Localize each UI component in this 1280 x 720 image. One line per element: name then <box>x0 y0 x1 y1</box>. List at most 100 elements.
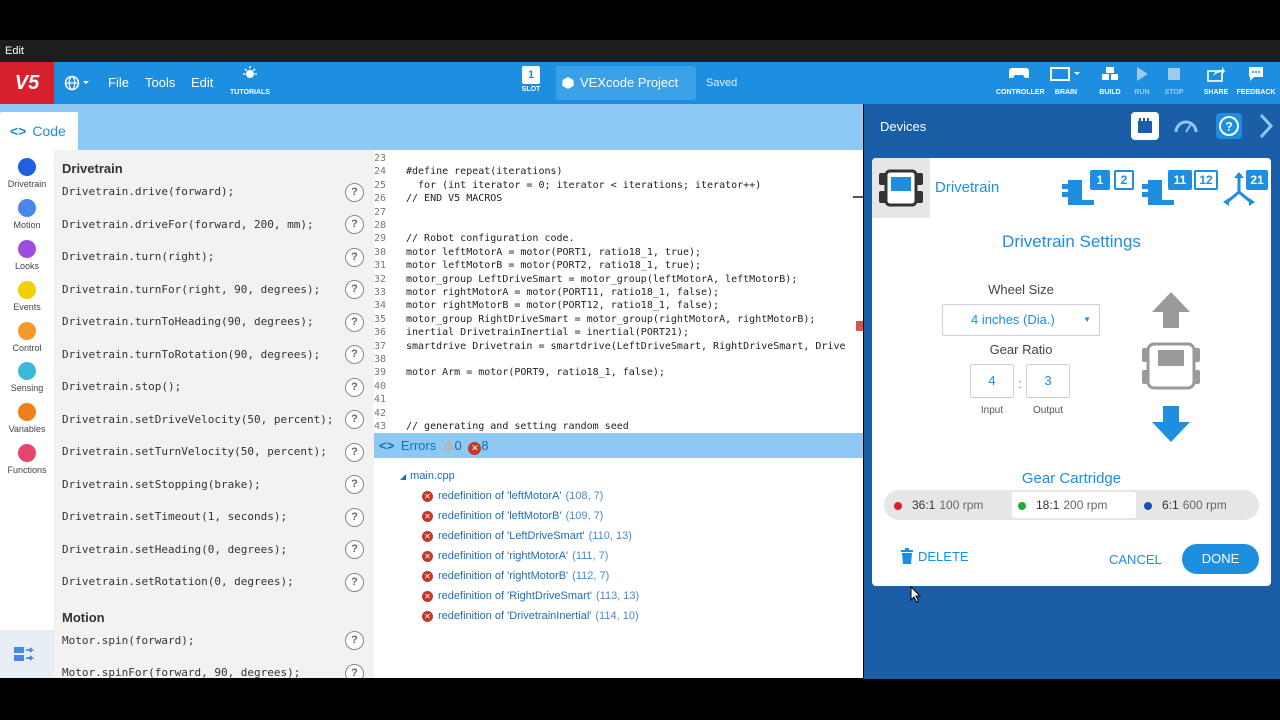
code-editor[interactable]: 23 24 #define repeat(iterations) 25 for (in… <box>374 150 863 433</box>
globe-icon[interactable] <box>64 74 92 92</box>
help-icon[interactable]: ? <box>345 410 364 429</box>
brain-button[interactable]: BRAIN <box>1046 66 1086 102</box>
code-line[interactable]: 42 <box>374 407 863 420</box>
palette-item[interactable]: Drivetrain.setRotation(0, degrees); <box>62 575 294 588</box>
error-item[interactable]: ✕ redefinition of 'rightMotorA' (111, 7) <box>422 550 608 562</box>
code-line[interactable]: 33 motor rightMotorA = motor(PORT11, rati… <box>374 286 863 299</box>
category-variables[interactable]: Variables <box>0 403 54 443</box>
os-edit-menu[interactable]: Edit <box>5 45 24 57</box>
tab-code[interactable]: <> Code <box>0 112 78 150</box>
code-line[interactable]: 36 inertial DrivetrainInertial = inertial… <box>374 326 863 339</box>
code-line[interactable]: 28 <box>374 219 863 232</box>
devices-tab-button[interactable] <box>1131 112 1159 140</box>
code-line[interactable]: 31 motor leftMotorB = motor(PORT2, ratio1… <box>374 259 863 272</box>
code-line[interactable]: 38 <box>374 353 863 366</box>
dashboard-button[interactable] <box>1172 112 1200 140</box>
v5-logo[interactable]: V5 <box>0 62 54 104</box>
blocks-palette: Drivetrain Drivetrain.drive(forward); ? … <box>54 150 374 678</box>
palette-item[interactable]: Drivetrain.setStopping(brake); <box>62 478 261 491</box>
code-line[interactable]: 24 #define repeat(iterations) <box>374 165 863 178</box>
category-drivetrain[interactable]: Drivetrain <box>0 158 54 198</box>
palette-item[interactable]: Drivetrain.drive(forward); <box>62 185 234 198</box>
help-icon[interactable]: ? <box>345 540 364 559</box>
palette-item[interactable]: Motor.spinFor(forward, 90, degrees); <box>62 666 300 678</box>
help-icon[interactable]: ? <box>345 313 364 332</box>
controller-button[interactable]: CONTROLLER <box>996 66 1045 102</box>
delete-button[interactable]: DELETE <box>900 548 969 564</box>
add-extension-button[interactable] <box>0 630 54 678</box>
help-icon[interactable]: ? <box>345 508 364 527</box>
gear-ratio-output[interactable]: 3 <box>1026 364 1070 398</box>
error-file[interactable]: ◢ main.cpp <box>400 470 455 482</box>
cartridge-option-18-1[interactable]: 18:1 200 rpm <box>1018 492 1107 518</box>
help-icon[interactable]: ? <box>345 573 364 592</box>
help-icon[interactable]: ? <box>345 631 364 650</box>
code-line[interactable]: 23 <box>374 152 863 165</box>
share-button[interactable]: SHARE <box>1194 66 1238 102</box>
palette-item[interactable]: Drivetrain.stop(); <box>62 380 181 393</box>
cartridge-option-36-1[interactable]: 36:1 100 rpm <box>894 492 983 518</box>
code-line[interactable]: 27 <box>374 206 863 219</box>
feedback-button[interactable]: FEEDBACK <box>1234 66 1278 102</box>
help-icon[interactable]: ? <box>345 475 364 494</box>
edit-menu[interactable]: Edit <box>191 62 213 104</box>
done-button[interactable]: DONE <box>1182 544 1259 574</box>
tools-menu[interactable]: Tools <box>145 62 175 104</box>
code-line[interactable]: 34 motor rightMotorB = motor(PORT12, rati… <box>374 299 863 312</box>
cartridge-option-6-1[interactable]: 6:1 600 rpm <box>1144 492 1227 518</box>
collapse-panel-button[interactable] <box>1256 112 1276 140</box>
code-line[interactable]: 40 <box>374 380 863 393</box>
help-icon[interactable]: ? <box>345 664 364 678</box>
file-menu[interactable]: File <box>108 62 129 104</box>
gear-ratio-input[interactable]: 4 <box>970 364 1014 398</box>
palette-item[interactable]: Drivetrain.setTurnVelocity(50, percent); <box>62 445 327 458</box>
code-line[interactable]: 43 // generating and setting random seed <box>374 420 863 433</box>
code-line[interactable]: 29 // Robot configuration code. <box>374 232 863 245</box>
code-line[interactable]: 25 for (int iterator = 0; iterator < ite… <box>374 179 863 192</box>
palette-item[interactable]: Drivetrain.turnToRotation(90, degrees); <box>62 348 320 361</box>
palette-item[interactable]: Drivetrain.turn(right); <box>62 250 214 263</box>
errors-bar[interactable]: <> Errors ⚠0 ✕ 8 <box>374 433 863 458</box>
category-looks[interactable]: Looks <box>0 240 54 280</box>
palette-item[interactable]: Drivetrain.turnToHeading(90, degrees); <box>62 315 314 328</box>
category-sensing[interactable]: Sensing <box>0 362 54 402</box>
help-icon[interactable]: ? <box>345 280 364 299</box>
help-icon[interactable]: ? <box>345 183 364 202</box>
help-icon[interactable]: ? <box>345 215 364 234</box>
code-line[interactable]: 30 motor leftMotorA = motor(PORT1, ratio1… <box>374 246 863 259</box>
category-motion[interactable]: Motion <box>0 199 54 239</box>
palette-item[interactable]: Drivetrain.turnFor(right, 90, degrees); <box>62 283 320 296</box>
error-item[interactable]: ✕ redefinition of 'rightMotorB' (112, 7) <box>422 570 609 582</box>
error-item[interactable]: ✕ redefinition of 'RightDriveSmart' (113, … <box>422 590 639 602</box>
help-icon[interactable]: ? <box>345 248 364 267</box>
code-line[interactable]: 32 motor_group LeftDriveSmart = motor_gro… <box>374 273 863 286</box>
tutorials-button[interactable]: TUTORIALS <box>228 66 272 102</box>
cancel-button[interactable]: CANCEL <box>1109 552 1162 567</box>
palette-item[interactable]: Drivetrain.setTimeout(1, seconds); <box>62 510 287 523</box>
stop-button[interactable]: STOP <box>1152 66 1196 102</box>
category-events[interactable]: Events <box>0 281 54 321</box>
error-item[interactable]: ✕ redefinition of 'LeftDriveSmart' (110, 1… <box>422 530 632 542</box>
error-item[interactable]: ✕ redefinition of 'DrivetrainInertial' (11… <box>422 610 639 622</box>
code-line[interactable]: 35 motor_group RightDriveSmart = motor_gr… <box>374 313 863 326</box>
slot-button[interactable]: 1 SLOT <box>509 66 553 102</box>
drivetrain-device-tab[interactable] <box>872 158 930 218</box>
code-line[interactable]: 41 <box>374 393 863 406</box>
wheel-size-select[interactable]: 4 inches (Dia.) ▼ <box>942 304 1100 336</box>
palette-item[interactable]: Motor.spin(forward); <box>62 634 194 647</box>
help-button[interactable]: ? <box>1215 112 1243 140</box>
code-line[interactable]: 26 // END V5 MACROS <box>374 192 863 205</box>
code-line[interactable]: 37 smartdrive Drivetrain = smartdrive(Lef… <box>374 340 863 353</box>
error-item[interactable]: ✕ redefinition of 'leftMotorA' (108, 7) <box>422 490 603 502</box>
help-icon[interactable]: ? <box>345 443 364 462</box>
palette-item[interactable]: Drivetrain.driveFor(forward, 200, mm); <box>62 218 314 231</box>
help-icon[interactable]: ? <box>345 345 364 364</box>
palette-item[interactable]: Drivetrain.setHeading(0, degrees); <box>62 543 287 556</box>
code-line[interactable]: 39 motor Arm = motor(PORT9, ratio18_1, fa… <box>374 366 863 379</box>
help-icon[interactable]: ? <box>345 378 364 397</box>
project-name-box[interactable]: VEXcode Project <box>556 66 696 100</box>
error-item[interactable]: ✕ redefinition of 'leftMotorB' (109, 7) <box>422 510 603 522</box>
category-control[interactable]: Control <box>0 322 54 362</box>
category-functions[interactable]: Functions <box>0 444 54 484</box>
palette-item[interactable]: Drivetrain.setDriveVelocity(50, percent)… <box>62 413 334 426</box>
